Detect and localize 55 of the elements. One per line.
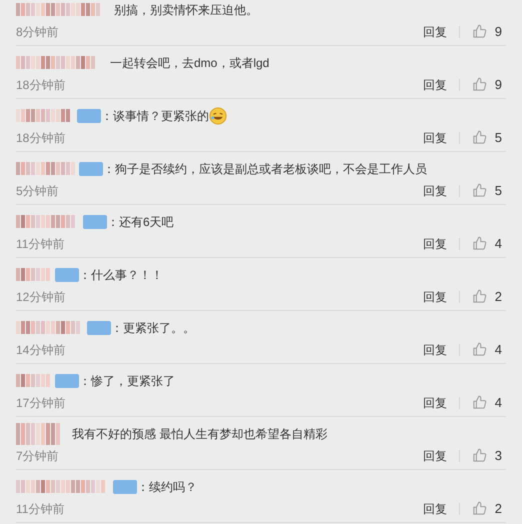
reply-link[interactable]: 回复	[422, 340, 447, 358]
comment-time: 7分钟前	[16, 448, 59, 464]
comment-time: 18分钟前	[16, 130, 66, 146]
blurred-username-drawing	[16, 162, 76, 175]
like-count: 3	[494, 446, 502, 465]
comment-text: 别搞，别卖情怀来压迫他。	[114, 2, 258, 18]
blurred-username-drawing	[16, 422, 62, 444]
reply-link[interactable]: 回复	[422, 76, 447, 94]
comment-text: ：谈事情？更紧张的	[101, 108, 209, 124]
comment-text: ：续约吗？	[137, 478, 197, 496]
comment-time: 18分钟前	[16, 76, 66, 94]
blurred-username-drawing	[16, 268, 52, 281]
like-count: 9	[494, 76, 502, 94]
comment-time: 11分钟前	[16, 500, 64, 518]
comment-text: ：惨了，更紧张了	[79, 372, 175, 390]
comment-time: 8分钟前	[16, 24, 59, 40]
comment-text: ：狗子是否续约，应该是副总或者老板谈吧，不会是工作人员	[103, 160, 427, 178]
thumbs-up-icon[interactable]	[472, 501, 487, 516]
thumbs-up-icon[interactable]	[472, 183, 487, 198]
thumbs-up-icon[interactable]	[472, 395, 487, 410]
comment-time: 14分钟前	[16, 342, 66, 358]
thumbs-up-icon[interactable]	[472, 448, 487, 463]
like-count: 2	[494, 288, 502, 306]
like-count: 4	[494, 340, 502, 359]
like-count: 4	[494, 394, 502, 412]
like-count: 4	[494, 234, 502, 253]
reply-link[interactable]: 回复	[422, 394, 447, 412]
reply-link[interactable]: 回复	[422, 234, 447, 252]
reply-link[interactable]: 回复	[422, 182, 447, 200]
reply-link[interactable]: 回复	[422, 128, 447, 146]
comment-text: ：更紧张了。。	[111, 320, 195, 336]
like-count: 5	[494, 182, 502, 200]
comment-time: 12分钟前	[16, 288, 66, 306]
comment-time: 17分钟前	[16, 394, 66, 412]
laughing-emoji-icon	[209, 106, 227, 124]
blurred-username-drawing	[16, 374, 52, 387]
comment-time: 5分钟前	[16, 182, 59, 200]
comment-text: 我有不好的预感 最怕人生有梦却也希望各自精彩	[72, 426, 328, 442]
thumbs-up-icon[interactable]	[472, 236, 487, 251]
comment-time: 11分钟前	[16, 236, 64, 252]
comment-text: ：还有6天吧	[107, 214, 174, 230]
like-count: 2	[494, 500, 502, 518]
reply-link[interactable]: 回复	[422, 288, 447, 306]
like-count: 9	[494, 22, 502, 41]
thumbs-up-icon[interactable]	[472, 24, 487, 39]
reply-link[interactable]: 回复	[422, 500, 447, 518]
thumbs-up-icon[interactable]	[472, 342, 487, 357]
reply-link[interactable]: 回复	[422, 446, 447, 464]
thumbs-up-icon[interactable]	[472, 77, 487, 92]
comment-text: ：什么事？！！	[79, 266, 163, 284]
like-count: 5	[494, 128, 502, 147]
reply-link[interactable]: 回复	[422, 22, 447, 40]
thumbs-up-icon[interactable]	[472, 130, 487, 145]
comment-text: 一起转会吧，去dmo，或者lgd	[110, 54, 270, 72]
thumbs-up-icon[interactable]	[472, 289, 487, 304]
